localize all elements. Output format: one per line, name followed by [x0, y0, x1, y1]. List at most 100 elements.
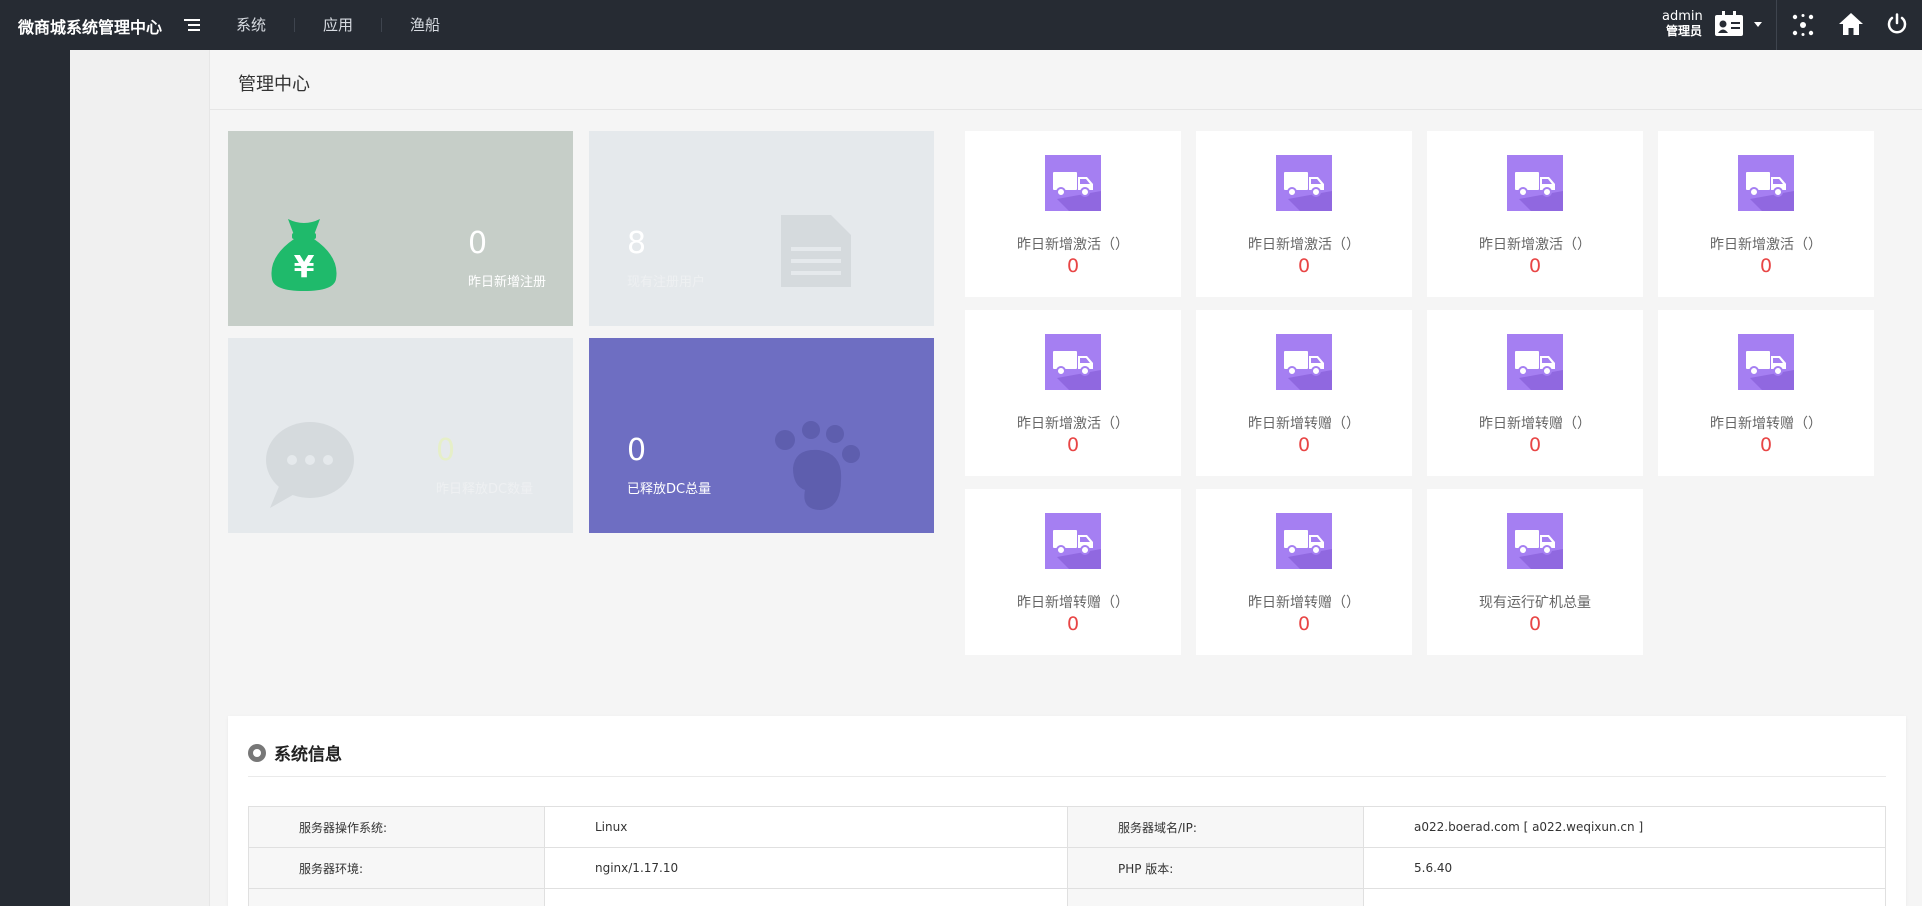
top-nav: 系统 应用 渔船	[236, 0, 468, 50]
gear-icon	[248, 743, 266, 762]
mini-stat-label: 昨日新增激活（）	[1017, 416, 1129, 432]
stat-value: 0	[436, 433, 456, 468]
mini-stat-label: 昨日新增转赠（）	[1479, 416, 1591, 432]
money-bag-icon: ¥	[271, 219, 337, 291]
table-cell: PHP 版本:	[1067, 847, 1364, 889]
mini-stat-card[interactable]: 昨日新增转赠（） 0	[965, 489, 1181, 655]
table-cell	[1363, 888, 1886, 906]
nav-item-system[interactable]: 系统	[236, 18, 296, 33]
mini-stat-label: 昨日新增激活（）	[1017, 237, 1129, 253]
mini-stat-value: 0	[1759, 434, 1773, 456]
mini-stat-label: 昨日新增转赠（）	[1017, 595, 1129, 611]
truck-icon	[1276, 513, 1332, 569]
topbar-divider	[1776, 0, 1777, 50]
stat-label: 已释放DC总量	[627, 482, 712, 497]
truck-icon	[1738, 155, 1794, 211]
user-role: 管理员	[1665, 24, 1702, 38]
mini-stat-label: 昨日新增转赠（）	[1248, 595, 1360, 611]
system-info-table: 服务器操作系统: Linux 服务器域名/IP: a022.boerad.com…	[248, 806, 1886, 906]
mini-stat-value: 0	[1528, 613, 1542, 635]
table-cell: nginx/1.17.10	[544, 847, 1068, 889]
stat-value: 0	[627, 433, 647, 468]
stat-value: 8	[627, 226, 647, 261]
mini-stat-label: 昨日新增激活（）	[1479, 237, 1591, 253]
table-cell	[248, 888, 545, 906]
truck-icon	[1045, 513, 1101, 569]
system-info-panel: 系统信息 服务器操作系统: Linux 服务器域名/IP: a022.boera…	[228, 716, 1906, 906]
mini-stat-value: 0	[1297, 434, 1311, 456]
mini-stat-value: 0	[1066, 255, 1080, 277]
menu-icon[interactable]	[184, 19, 200, 33]
mini-stat-value: 0	[1297, 255, 1311, 277]
stat-label: 昨日释放DC数量	[436, 482, 534, 497]
nav-item-boats[interactable]: 渔船	[382, 18, 468, 33]
mini-stat-card[interactable]: 昨日新增激活（） 0	[1196, 131, 1412, 297]
system-info-heading: 系统信息	[274, 745, 342, 765]
table-cell	[1067, 888, 1364, 906]
mini-stat-label: 昨日新增激活（）	[1710, 237, 1822, 253]
id-card-icon[interactable]	[1714, 11, 1744, 37]
mini-stat-value: 0	[1528, 255, 1542, 277]
network-icon[interactable]	[1792, 14, 1814, 36]
truck-icon	[1276, 334, 1332, 390]
paw-icon	[775, 421, 860, 510]
stat-card-registered-users[interactable]: 8 现有注册用户	[589, 131, 934, 326]
table-row: 服务器环境: nginx/1.17.10 PHP 版本: 5.6.40	[248, 847, 1886, 889]
stat-card-dc-released-total[interactable]: 0 已释放DC总量	[589, 338, 934, 533]
truck-icon	[1045, 155, 1101, 211]
truck-icon	[1738, 334, 1794, 390]
mini-stat-value: 0	[1066, 613, 1080, 635]
table-cell: Linux	[544, 806, 1068, 848]
table-row	[248, 888, 1886, 906]
truck-icon	[1507, 513, 1563, 569]
mini-stat-label: 昨日新增转赠（）	[1710, 416, 1822, 432]
stat-card-new-registrations[interactable]: ¥ 0 昨日新增注册	[228, 131, 573, 326]
truck-icon	[1507, 155, 1563, 211]
table-cell: a022.boerad.com [ a022.weqixun.cn ]	[1363, 806, 1886, 848]
breadcrumb: 管理中心	[210, 50, 1922, 110]
power-icon[interactable]	[1886, 13, 1908, 35]
user-name: admin	[1662, 9, 1703, 24]
table-row: 服务器操作系统: Linux 服务器域名/IP: a022.boerad.com…	[248, 806, 1886, 848]
mini-stat-label: 现有运行矿机总量	[1479, 595, 1591, 611]
mini-stat-card[interactable]: 昨日新增激活（） 0	[965, 310, 1181, 476]
mini-stat-card[interactable]: 昨日新增激活（） 0	[1427, 131, 1643, 297]
sidebar	[0, 50, 70, 906]
truck-icon	[1045, 334, 1101, 390]
mini-stat-card[interactable]: 昨日新增转赠（） 0	[1427, 310, 1643, 476]
divider	[248, 776, 1886, 777]
mini-stat-value: 0	[1759, 255, 1773, 277]
user-info[interactable]: admin 管理员	[1662, 9, 1703, 38]
mini-stat-label: 昨日新增转赠（）	[1248, 416, 1360, 432]
stat-value: 0	[468, 226, 488, 261]
system-info-title: 系统信息	[248, 740, 342, 765]
table-cell: 服务器操作系统:	[248, 806, 545, 848]
mini-stat-card[interactable]: 昨日新增激活（） 0	[965, 131, 1181, 297]
mini-stat-value: 0	[1528, 434, 1542, 456]
truck-icon	[1507, 334, 1563, 390]
top-bar: 微商城系统管理中心 系统 应用 渔船 admin 管理员	[0, 0, 1922, 50]
mini-stat-card[interactable]: 昨日新增转赠（） 0	[1658, 310, 1874, 476]
mini-stat-card[interactable]: 昨日新增转赠（） 0	[1196, 310, 1412, 476]
home-icon[interactable]	[1838, 12, 1864, 36]
mini-stat-value: 0	[1066, 434, 1080, 456]
mini-stat-card[interactable]: 现有运行矿机总量 0	[1427, 489, 1643, 655]
table-cell: 服务器域名/IP:	[1067, 806, 1364, 848]
svg-text:¥: ¥	[294, 250, 315, 285]
chat-bubble-icon	[266, 422, 354, 508]
table-cell	[544, 888, 1068, 906]
table-cell: 5.6.40	[1363, 847, 1886, 889]
mini-stat-card[interactable]: 昨日新增转赠（） 0	[1196, 489, 1412, 655]
stat-label: 现有注册用户	[627, 275, 706, 290]
mini-stat-card[interactable]: 昨日新增激活（） 0	[1658, 131, 1874, 297]
nav-item-apps[interactable]: 应用	[295, 18, 383, 33]
sub-sidebar	[70, 50, 210, 906]
table-cell: 服务器环境:	[248, 847, 545, 889]
chevron-down-icon[interactable]	[1754, 22, 1762, 27]
mini-stat-value: 0	[1297, 613, 1311, 635]
truck-icon	[1276, 155, 1332, 211]
document-icon	[781, 215, 851, 287]
page-title: 管理中心	[238, 74, 310, 95]
app-title[interactable]: 微商城系统管理中心	[18, 14, 162, 38]
stat-card-dc-released-yesterday[interactable]: 0 昨日释放DC数量	[228, 338, 573, 533]
